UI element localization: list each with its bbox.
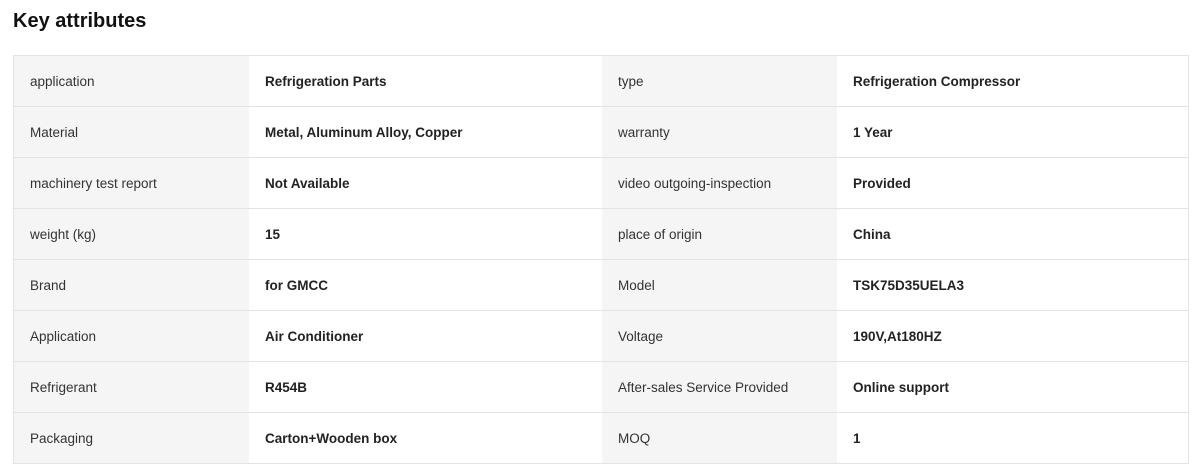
attribute-value: R454B [249, 362, 602, 412]
attribute-key: Voltage [602, 311, 837, 361]
section-title: Key attributes [13, 10, 147, 32]
attribute-row: Packaging Carton+Wooden box MOQ 1 [14, 413, 1188, 464]
attribute-row: Material Metal, Aluminum Alloy, Copper w… [14, 107, 1188, 158]
attribute-key: After-sales Service Provided [602, 362, 837, 412]
attribute-key: place of origin [602, 209, 837, 259]
attribute-key: video outgoing-inspection [602, 158, 837, 208]
attribute-value: Refrigeration Parts [249, 56, 602, 106]
attribute-key: Material [14, 107, 249, 157]
attribute-value: Metal, Aluminum Alloy, Copper [249, 107, 602, 157]
attribute-value: TSK75D35UELA3 [837, 260, 1188, 310]
attribute-value: 1 [837, 413, 1188, 463]
attribute-value: Refrigeration Compressor [837, 56, 1188, 106]
attribute-key: MOQ [602, 413, 837, 463]
attribute-key: Brand [14, 260, 249, 310]
attribute-row: Application Air Conditioner Voltage 190V… [14, 311, 1188, 362]
attribute-value: 190V,At180HZ [837, 311, 1188, 361]
attribute-row: machinery test report Not Available vide… [14, 158, 1188, 209]
attribute-key: warranty [602, 107, 837, 157]
attribute-value: 1 Year [837, 107, 1188, 157]
attribute-value: for GMCC [249, 260, 602, 310]
attribute-value: 15 [249, 209, 602, 259]
attribute-value: Provided [837, 158, 1188, 208]
attribute-row: Refrigerant R454B After-sales Service Pr… [14, 362, 1188, 413]
attribute-value: Carton+Wooden box [249, 413, 602, 463]
attribute-row: application Refrigeration Parts type Ref… [14, 56, 1188, 107]
attribute-value: China [837, 209, 1188, 259]
attribute-key: Model [602, 260, 837, 310]
attribute-key: Packaging [14, 413, 249, 463]
key-attributes-table: application Refrigeration Parts type Ref… [13, 55, 1189, 464]
attribute-row: Brand for GMCC Model TSK75D35UELA3 [14, 260, 1188, 311]
attribute-value: Online support [837, 362, 1188, 412]
attribute-key: type [602, 56, 837, 106]
attribute-key: Application [14, 311, 249, 361]
attribute-key: Refrigerant [14, 362, 249, 412]
attribute-key: weight (kg) [14, 209, 249, 259]
attribute-key: machinery test report [14, 158, 249, 208]
attribute-key: application [14, 56, 249, 106]
attribute-value: Air Conditioner [249, 311, 602, 361]
attribute-value: Not Available [249, 158, 602, 208]
attribute-row: weight (kg) 15 place of origin China [14, 209, 1188, 260]
